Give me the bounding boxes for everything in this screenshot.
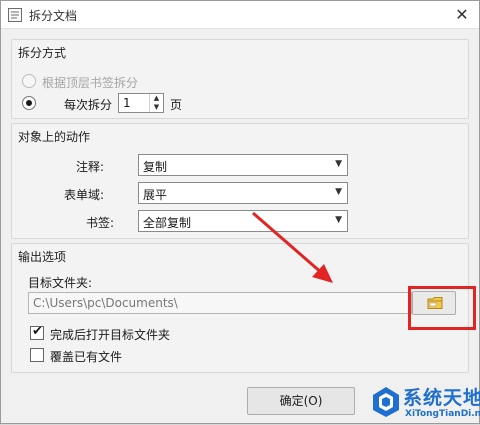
chevron-down-icon: ▼ [335,215,342,225]
output-options-title: 输出选项 [18,250,67,264]
open-after-label: 完成后打开目标文件夹 [50,328,171,342]
chevron-down-icon: ▼ [335,187,342,197]
bookmark-label: 书签: [86,216,115,230]
open-after-checkbox[interactable]: ✔ [30,324,44,340]
overwrite-checkbox[interactable] [30,348,44,362]
split-method-title: 拆分方式 [18,46,67,60]
watermark-name: 系统天地 [403,387,480,409]
window-title: 拆分文档 [29,9,78,23]
stepper-arrows[interactable]: ▲ ▼ [149,94,163,112]
target-folder-input[interactable]: C:\Users\pc\Documents\ [28,292,412,314]
ok-button[interactable]: 确定(O) [247,387,355,415]
overwrite-label: 覆盖已有文件 [50,350,123,364]
browse-folder-button[interactable] [412,291,456,315]
site-logo-icon [373,387,399,417]
object-actions-title: 对象上的动作 [18,130,91,144]
target-folder-value: C:\Users\pc\Documents\ [33,296,178,310]
close-button[interactable]: ✕ [449,3,475,27]
stepper-up-icon[interactable]: ▲ [150,94,163,103]
stepper-down-icon[interactable]: ▼ [150,103,163,112]
watermark: 系统天地 XiTongTianDi.net [369,381,480,425]
chevron-down-icon: ▼ [335,159,342,169]
pages-unit-label: 页 [170,98,183,112]
output-options-group: 输出选项 目标文件夹: C:\Users\pc\Documents\ ✔ 完成后… [11,243,469,373]
form-field-select-value: 展平 [143,188,168,202]
radio-split-by-page[interactable] [22,96,36,110]
watermark-url: XiTongTianDi.net [405,409,480,419]
annotation-select[interactable]: 复制 ▼ [138,154,348,176]
radio-split-by-bookmark[interactable] [22,74,36,88]
form-field-label: 表单域: [64,188,105,202]
target-folder-label: 目标文件夹: [28,276,93,290]
split-by-page-label: 每次拆分 [64,98,113,112]
checkmark-icon: ✔ [32,324,43,339]
title-bar: 拆分文档 ✕ [1,1,479,29]
folder-icon [427,297,443,309]
bookmark-select-value: 全部复制 [143,216,192,230]
bookmark-select[interactable]: 全部复制 ▼ [138,210,348,232]
annotation-label: 注释: [76,160,105,174]
split-method-group: 拆分方式 根据顶层书签拆分 每次拆分 1 ▲ ▼ 页 [11,39,469,119]
split-by-bookmark-label: 根据顶层书签拆分 [42,76,139,90]
form-field-select[interactable]: 展平 ▼ [138,182,348,204]
object-actions-group: 对象上的动作 注释: 复制 ▼ 表单域: 展平 ▼ 书签: 全部复制 ▼ [11,123,469,239]
pages-stepper-value: 1 [123,96,131,110]
document-icon [8,8,22,22]
pages-stepper[interactable]: 1 ▲ ▼ [118,93,164,113]
annotation-select-value: 复制 [143,160,168,174]
split-document-dialog: 拆分文档 ✕ 拆分方式 根据顶层书签拆分 每次拆分 1 ▲ ▼ 页 对象上的动作… [0,0,480,424]
